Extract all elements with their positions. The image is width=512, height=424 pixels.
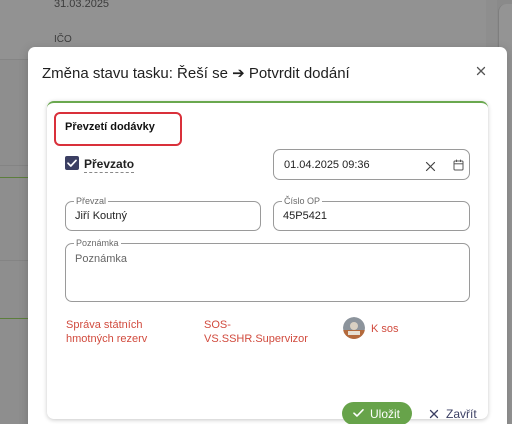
received-by-label: Převzal <box>74 196 109 206</box>
delivery-receipt-section: Převzetí dodávky Převzato 01.04.2025 09:… <box>47 101 488 419</box>
checkmark-icon <box>67 159 77 167</box>
status-change-dialog: Změna stavu tasku: Řeší se ➔ Potvrdit do… <box>28 47 507 424</box>
background-date: 31.03.2025 <box>54 0 110 10</box>
close-button[interactable]: Zavřít <box>426 402 486 424</box>
background-ico-label: IČO <box>54 34 72 45</box>
received-by-field[interactable]: Převzal Jiří Koutný <box>65 196 261 231</box>
clear-icon[interactable] <box>425 159 436 172</box>
save-button[interactable]: Uložit <box>342 402 412 424</box>
background-green-line <box>0 177 28 178</box>
received-checkbox[interactable] <box>65 156 79 170</box>
save-button-label: Uložit <box>370 407 401 421</box>
organization-line: hmotných rezerv <box>66 333 148 345</box>
received-by-value: Jiří Koutný <box>75 210 127 222</box>
received-checkbox-label[interactable]: Převzato <box>84 157 135 173</box>
calendar-icon[interactable] <box>453 158 464 171</box>
datetime-field[interactable]: 01.04.2025 09:36 <box>273 149 470 180</box>
op-number-value: 45P5421 <box>283 210 328 222</box>
background-divider <box>0 260 28 261</box>
avatar <box>343 317 365 339</box>
organization-text: Správa státních hmotných rezerv <box>66 318 147 346</box>
dialog-title: Změna stavu tasku: Řeší se ➔ Potvrdit do… <box>42 65 350 82</box>
assignee-name: K sos <box>371 323 399 335</box>
role-line: SOS- <box>204 319 231 331</box>
datetime-value: 01.04.2025 09:36 <box>284 159 370 171</box>
section-title: Převzetí dodávky <box>54 112 182 146</box>
checkmark-icon <box>353 409 364 417</box>
note-field[interactable]: Poznámka Poznámka <box>65 238 470 302</box>
organization-line: Správa státních <box>66 319 143 331</box>
background-divider <box>0 165 28 166</box>
note-label: Poznámka <box>74 238 121 248</box>
close-icon <box>429 409 439 419</box>
close-button-label: Zavřít <box>446 407 477 421</box>
close-icon[interactable] <box>474 64 488 78</box>
role-line: VS.SSHR.Supervizor <box>204 333 308 345</box>
background-green-line <box>0 318 28 319</box>
op-number-field[interactable]: Číslo OP 45P5421 <box>273 196 470 231</box>
op-number-label: Číslo OP <box>282 196 323 206</box>
role-text: SOS- VS.SSHR.Supervizor <box>204 318 308 346</box>
note-placeholder: Poznámka <box>75 253 127 265</box>
